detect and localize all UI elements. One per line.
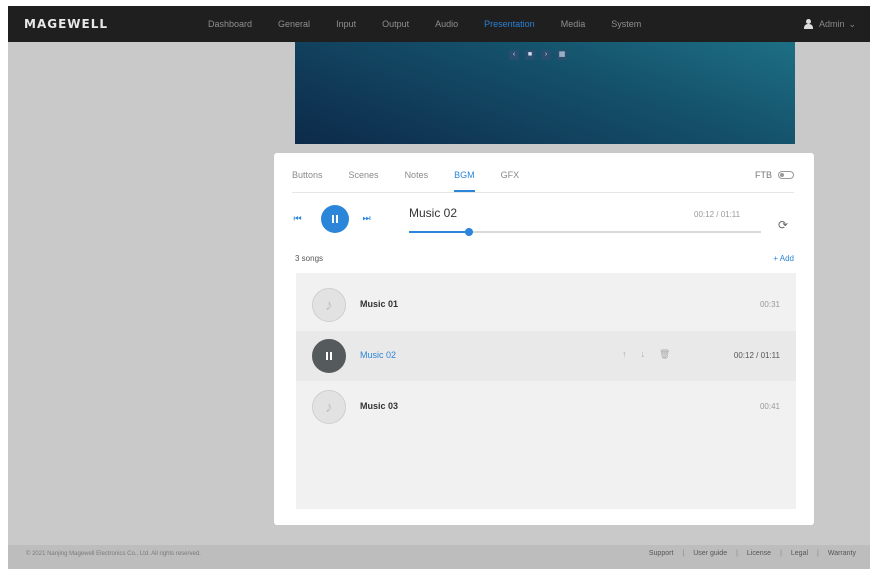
music-note-icon: ♪ <box>312 288 346 322</box>
song-count: 3 songs <box>295 254 324 263</box>
footer-link-legal[interactable]: Legal <box>791 550 808 557</box>
nav-item-presentation[interactable]: Presentation <box>484 6 535 42</box>
pause-button[interactable] <box>321 205 349 233</box>
top-navigation-bar: MAGEWELL Dashboard General Input Output … <box>8 6 870 42</box>
music-note-icon: ♪ <box>312 390 346 424</box>
playlist: ♪ Music 01 00:31 Music 02 ↑ ↓ 🗑 00:12 / … <box>296 273 796 509</box>
progress-handle[interactable] <box>464 228 473 236</box>
tab-scenes[interactable]: Scenes <box>349 165 379 192</box>
nav-item-output[interactable]: Output <box>382 6 409 42</box>
skip-previous-icon[interactable]: ⏮ <box>293 214 302 223</box>
divider: | <box>780 550 782 557</box>
song-name: Music 01 <box>360 299 399 309</box>
tab-buttons[interactable]: Buttons <box>292 165 323 192</box>
song-duration: 00:41 <box>759 402 780 411</box>
app-frame: MAGEWELL Dashboard General Input Output … <box>8 6 870 569</box>
pause-song-button[interactable] <box>312 339 346 373</box>
playback-time: 00:12 / 01:11 <box>694 210 741 219</box>
footer-link-license[interactable]: License <box>747 550 771 557</box>
ftb-label: FTB <box>755 170 772 180</box>
playback-progress-bar[interactable] <box>409 228 761 236</box>
previous-slide-button[interactable]: ‹ <box>509 50 519 60</box>
playlist-item[interactable]: ♪ Music 03 00:41 <box>296 382 796 432</box>
divider: | <box>682 550 685 557</box>
grid-view-button[interactable]: ▦ <box>557 50 567 60</box>
brand-logo: MAGEWELL <box>24 17 109 31</box>
main-nav: Dashboard General Input Output Audio Pre… <box>208 6 667 42</box>
song-name: Music 02 <box>360 350 397 360</box>
copyright-text: © 2021 Nanjing Magewell Electronics Co.,… <box>26 551 201 557</box>
ftb-control: FTB <box>755 165 794 185</box>
skip-next-icon[interactable]: ⏭ <box>362 214 371 223</box>
arrow-up-icon[interactable]: ↑ <box>622 349 627 360</box>
chevron-down-icon: ⌄ <box>848 18 856 29</box>
playlist-item[interactable]: Music 02 ↑ ↓ 🗑 00:12 / 01:11 <box>296 331 796 381</box>
song-duration: 00:12 / 01:11 <box>733 351 780 360</box>
tab-notes[interactable]: Notes <box>405 165 429 192</box>
footer-link-warranty[interactable]: Warranty <box>828 550 856 557</box>
nav-item-dashboard[interactable]: Dashboard <box>208 6 252 42</box>
nav-item-system[interactable]: System <box>611 6 641 42</box>
nav-item-media[interactable]: Media <box>561 6 586 42</box>
pause-icon <box>332 215 338 223</box>
stop-button[interactable]: ■ <box>525 50 535 60</box>
footer-link-support[interactable]: Support <box>649 550 674 557</box>
ftb-toggle[interactable] <box>778 171 794 179</box>
user-menu[interactable]: Admin ⌄ <box>803 6 856 42</box>
footer-link-user-guide[interactable]: User guide <box>693 550 727 557</box>
pause-icon <box>326 352 332 360</box>
now-playing-title: Music 02 <box>409 206 458 220</box>
song-actions: ↑ ↓ 🗑 <box>622 349 670 360</box>
user-icon <box>803 19 813 29</box>
preview-controls: ‹ ■ › ▦ <box>509 50 567 60</box>
footer-links: Support | User guide | License | Legal |… <box>649 550 856 557</box>
footer: © 2021 Nanjing Magewell Electronics Co.,… <box>8 545 870 569</box>
nav-item-audio[interactable]: Audio <box>435 6 458 42</box>
trash-icon[interactable]: 🗑 <box>659 349 670 360</box>
song-duration: 00:31 <box>759 300 780 309</box>
progress-fill <box>409 231 469 233</box>
nav-item-input[interactable]: Input <box>336 6 356 42</box>
divider: | <box>736 550 738 557</box>
playlist-item[interactable]: ♪ Music 01 00:31 <box>296 280 796 330</box>
tab-gfx[interactable]: GFX <box>501 165 520 192</box>
tab-bgm[interactable]: BGM <box>454 165 475 192</box>
song-name: Music 03 <box>360 401 399 411</box>
next-slide-button[interactable]: › <box>541 50 551 60</box>
repeat-icon[interactable]: ⟳ <box>778 219 792 231</box>
user-name: Admin <box>818 19 845 29</box>
nav-item-general[interactable]: General <box>278 6 310 42</box>
panel-tabs: Buttons Scenes Notes BGM GFX FTB <box>292 165 794 193</box>
divider: | <box>817 550 819 557</box>
presentation-preview: ‹ ■ › ▦ <box>295 42 795 144</box>
arrow-down-icon[interactable]: ↓ <box>641 349 646 360</box>
add-song-button[interactable]: + Add <box>773 254 794 263</box>
bgm-panel: Buttons Scenes Notes BGM GFX FTB ⏮ ⏭ Mus… <box>274 153 814 525</box>
